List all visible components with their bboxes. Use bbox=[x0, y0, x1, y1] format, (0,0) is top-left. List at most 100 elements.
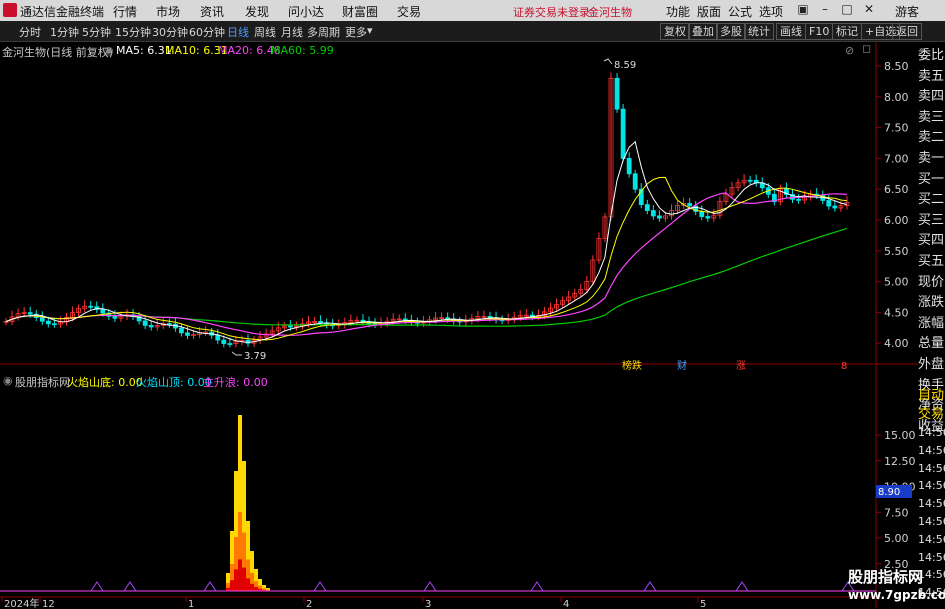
period-tab-5min[interactable]: 5分钟 bbox=[82, 24, 111, 40]
flame-indicator-bars bbox=[0, 415, 876, 592]
mark-button[interactable]: 标记 bbox=[832, 23, 862, 40]
more-chevron-down-icon[interactable]: ▾ bbox=[367, 24, 373, 37]
price-tick-label: 5.00 bbox=[884, 276, 909, 289]
candle-body bbox=[699, 211, 705, 217]
side-label: 总量 bbox=[918, 336, 945, 352]
sub-tick-label: 15.00 bbox=[884, 429, 916, 442]
chart-expand-icon[interactable]: ◻ bbox=[862, 42, 871, 55]
period-tab-timeshare[interactable]: 分时 bbox=[19, 24, 41, 40]
menu-quotes[interactable]: 行情 bbox=[113, 3, 137, 20]
price-tick-label: 4.00 bbox=[884, 337, 909, 350]
sub-tick-label: 12.50 bbox=[884, 455, 916, 468]
side-label: 卖三 bbox=[918, 109, 945, 125]
skin-icon[interactable]: ▣ bbox=[794, 2, 812, 18]
price-tick-label: 4.50 bbox=[884, 306, 909, 319]
menu-layout[interactable]: 版面 bbox=[697, 3, 721, 20]
candle-body bbox=[112, 315, 118, 319]
side-label: 委比 bbox=[918, 48, 945, 63]
candle-body bbox=[100, 308, 106, 314]
signal-triangle bbox=[203, 581, 217, 592]
price-tick-label: 6.00 bbox=[884, 214, 909, 227]
main-wave-label: 主升浪: 0.00 bbox=[203, 376, 268, 389]
adjust-button[interactable]: 复权 bbox=[660, 23, 690, 40]
price-tick-label: 8.50 bbox=[884, 60, 909, 73]
signal-triangle bbox=[643, 581, 657, 592]
side-label: 涨跌 bbox=[918, 295, 945, 311]
x-tick-label: 5 bbox=[700, 599, 706, 608]
overlay-button[interactable]: 叠加 bbox=[688, 23, 718, 40]
multi-stock-button[interactable]: 多股 bbox=[716, 23, 746, 40]
close-icon[interactable]: ✕ bbox=[860, 2, 878, 18]
signal-triangles bbox=[90, 581, 855, 592]
candle-body bbox=[179, 327, 184, 334]
x-tick-label: 1 bbox=[188, 599, 194, 608]
draw-button[interactable]: 画线 bbox=[776, 23, 806, 40]
trade-side-label[interactable]: 交易 bbox=[918, 403, 945, 422]
side-label: 外盘 bbox=[918, 357, 945, 372]
tick-time: 14:56 bbox=[918, 497, 945, 511]
flame-bar-red bbox=[230, 580, 234, 591]
period-tab-weekly[interactable]: 周线 bbox=[254, 24, 276, 40]
event-marker-rise[interactable]: 涨 bbox=[736, 360, 746, 372]
candle-body bbox=[626, 158, 632, 175]
period-tab-multi[interactable]: 多周期 bbox=[307, 24, 340, 40]
candle-body bbox=[185, 332, 190, 336]
candle-body bbox=[318, 321, 324, 324]
watermark-name: 股朋指标网 bbox=[848, 568, 924, 586]
candle-body bbox=[45, 320, 51, 325]
menu-function[interactable]: 功能 bbox=[666, 3, 690, 20]
candle-body bbox=[614, 77, 620, 110]
title-bar: 通达信金融终端 行情 市场 资讯 发现 问小达 财富圈 交易 证券交易未登录 金… bbox=[0, 0, 945, 21]
menu-discover[interactable]: 发现 bbox=[245, 3, 269, 20]
period-tab-30min[interactable]: 30分钟 bbox=[152, 24, 188, 40]
period-tab-60min[interactable]: 60分钟 bbox=[189, 24, 225, 40]
period-tab-15min[interactable]: 15分钟 bbox=[115, 24, 151, 40]
tick-time: 14:56 bbox=[918, 443, 945, 457]
event-marker-rank[interactable]: 榜跌 bbox=[622, 359, 642, 372]
period-tab-more[interactable]: 更多 bbox=[345, 24, 367, 40]
side-label: 卖四 bbox=[918, 89, 945, 105]
candle-body bbox=[142, 320, 148, 326]
user-label[interactable]: 游客 bbox=[895, 3, 919, 20]
event-marker-finance[interactable]: 财 bbox=[677, 359, 687, 372]
menu-options[interactable]: 选项 bbox=[759, 3, 783, 20]
back-button[interactable]: 返回 bbox=[892, 23, 922, 40]
side-label: 买五 bbox=[918, 254, 945, 269]
menu-formula[interactable]: 公式 bbox=[728, 3, 752, 20]
menu-trade[interactable]: 交易 bbox=[397, 3, 421, 20]
flame-bottom-label: 火焰山底: 0.00 bbox=[67, 376, 143, 389]
price-tick-label: 7.00 bbox=[884, 152, 909, 165]
menu-ask[interactable]: 问小达 bbox=[288, 3, 324, 20]
tick-time: 14:56 bbox=[918, 532, 945, 546]
candle-body bbox=[657, 215, 662, 219]
f10-button[interactable]: F10 bbox=[805, 23, 834, 40]
price-tick-label: 5.50 bbox=[884, 245, 909, 258]
legend-toggle-icon[interactable]: ◉ bbox=[104, 44, 114, 57]
candle-body bbox=[826, 200, 832, 207]
x-tick-label: 2024年 bbox=[4, 597, 39, 608]
stats-button[interactable]: 统计 bbox=[744, 23, 774, 40]
menu-wealth[interactable]: 财富圈 bbox=[342, 3, 378, 20]
candle-body bbox=[52, 323, 57, 326]
event-marker-8[interactable]: 8 bbox=[841, 361, 847, 372]
period-tab-monthly[interactable]: 月线 bbox=[281, 24, 303, 40]
side-label: 买四 bbox=[918, 233, 945, 249]
candle-body bbox=[227, 343, 233, 345]
maximize-icon[interactable]: □ bbox=[838, 2, 856, 18]
signal-triangle bbox=[423, 581, 437, 592]
low-marker-arrow bbox=[231, 351, 242, 356]
period-tab-1min[interactable]: 1分钟 bbox=[50, 24, 79, 40]
menu-market[interactable]: 市场 bbox=[156, 3, 180, 20]
flame-bar-red bbox=[234, 569, 238, 591]
chart-settings-icon[interactable]: ⊘ bbox=[845, 44, 854, 57]
sub-legend-toggle-icon[interactable]: ◉ bbox=[3, 374, 13, 387]
kline-chart[interactable]: 8.50 8.00 7.50 7.00 6.50 6.00 5.50 5.00 4.50 4.00… bbox=[0, 42, 918, 608]
price-tick-label: 8.00 bbox=[884, 91, 909, 104]
candle-body bbox=[650, 210, 656, 217]
minimize-icon[interactable]: – bbox=[816, 2, 834, 18]
login-notice[interactable]: 证券交易未登录 bbox=[513, 4, 590, 20]
menu-news[interactable]: 资讯 bbox=[200, 3, 224, 20]
auto-side-label[interactable]: 自动 bbox=[918, 384, 945, 403]
sub-axis: 15.0012.5010.007.505.002.50 bbox=[876, 429, 916, 571]
period-tab-daily[interactable]: 日线 bbox=[227, 24, 249, 40]
